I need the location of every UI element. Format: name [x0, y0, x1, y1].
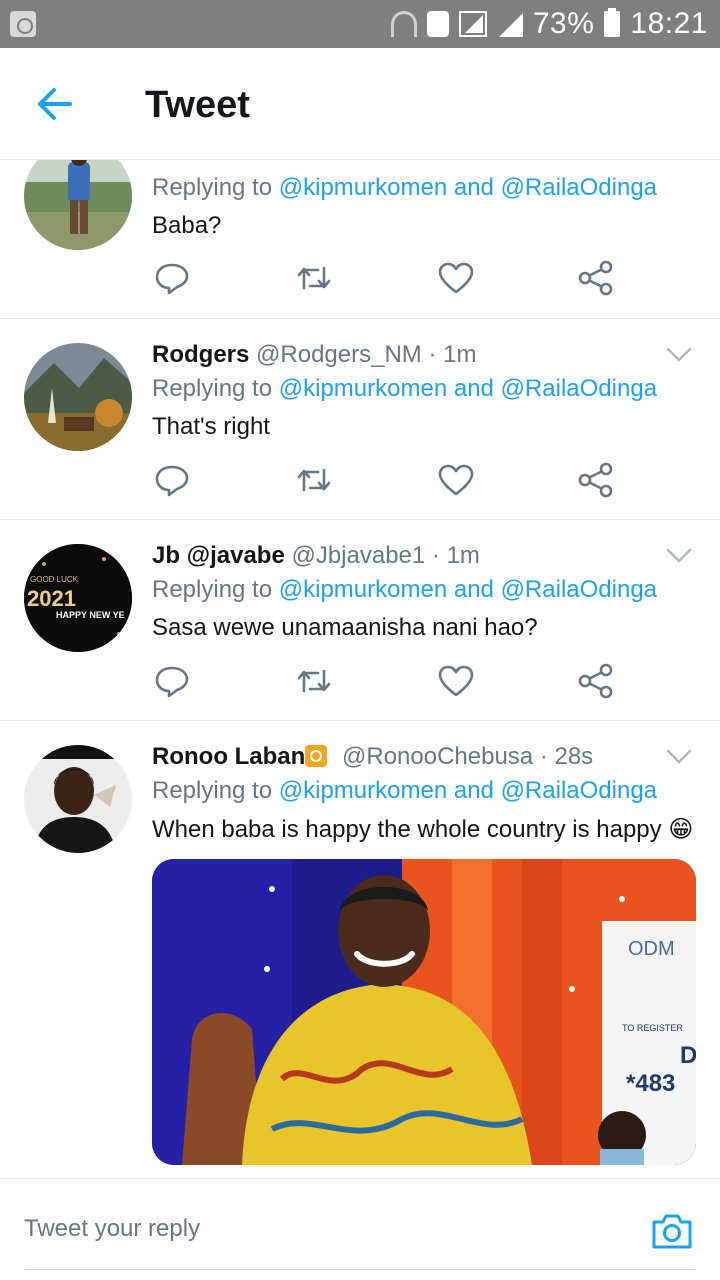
reply-underline: [24, 1269, 696, 1270]
clock: 18:21: [630, 7, 708, 40]
replying-to: Replying to @kipmurkomen and @RailaOding…: [152, 576, 658, 603]
chevron-down-icon[interactable]: [666, 347, 692, 363]
replying-to: Replying to @kipmurkomen and @RailaOding…: [152, 375, 658, 402]
tweet-time: · 1m: [428, 341, 477, 368]
mention-joiner: and: [453, 375, 494, 402]
tweet-header: Rodgers @Rodgers_NM · 1m: [152, 341, 476, 369]
media-sign-text: ODM: [628, 938, 675, 960]
like-icon: [438, 464, 474, 496]
share-button[interactable]: [576, 460, 616, 500]
tweet-item[interactable]: Rodgers @Rodgers_NM · 1m Replying to @ki…: [0, 319, 720, 520]
replying-to: Replying to @kipmurkomen and @RailaOding…: [152, 777, 658, 804]
retweet-button[interactable]: [294, 258, 334, 298]
tweet-header: Ronoo Laban @RonooChebusa · 28s: [152, 743, 593, 771]
avatar-year: 2021: [27, 586, 76, 611]
tweet-text: Baba?: [152, 212, 222, 239]
mention-link[interactable]: @kipmurkomen: [279, 576, 447, 603]
avatar[interactable]: GOOD LUCK 2021 HAPPY NEW YE: [24, 544, 132, 652]
like-button[interactable]: [436, 460, 476, 500]
avatar[interactable]: [24, 160, 132, 250]
reply-button[interactable]: [152, 661, 192, 701]
user-handle[interactable]: @Jbjavabe1: [291, 542, 425, 569]
replying-to: Replying to @kipmurkomen and @RailaOding…: [152, 174, 658, 201]
display-name[interactable]: Jb @javabe: [152, 542, 285, 569]
signal-icon: [458, 11, 487, 37]
display-name[interactable]: Ronoo Laban: [152, 743, 305, 770]
camera-icon: [652, 1214, 692, 1249]
tweet-header: Jb @javabe @Jbjavabe1 · 1m: [152, 542, 480, 570]
page-title: Tweet: [145, 84, 250, 126]
media-sign-text: *483: [626, 1070, 675, 1097]
media-sign-text: D: [680, 1042, 696, 1069]
battery-icon: [604, 8, 621, 37]
chevron-down-icon[interactable]: [666, 749, 692, 765]
battery-percent: 73%: [532, 7, 595, 40]
reply-button[interactable]: [152, 460, 192, 500]
camera-button[interactable]: [650, 1211, 694, 1251]
user-handle[interactable]: @RonooChebusa: [342, 743, 533, 770]
tweet-media-image[interactable]: ODM TO REGISTER D *483: [152, 859, 696, 1165]
tweet-time: · 1m: [431, 542, 480, 569]
tweet-time: · 28s: [539, 743, 594, 770]
tweet-actions: [152, 258, 632, 298]
mention-link[interactable]: @RailaOdinga: [501, 375, 657, 402]
mention-joiner: and: [453, 174, 494, 201]
user-handle[interactable]: @Rodgers_NM: [256, 341, 422, 368]
status-bar: 73% 18:21: [0, 0, 720, 48]
tweet-text: When baba is happy the whole country is …: [152, 816, 694, 843]
reply-icon: [155, 263, 189, 295]
reply-icon: [155, 666, 189, 698]
like-button[interactable]: [436, 661, 476, 701]
tweet-text: That's right: [152, 413, 270, 440]
like-button[interactable]: [436, 258, 476, 298]
mention-link[interactable]: @kipmurkomen: [279, 777, 447, 804]
badge-icon: [305, 745, 328, 767]
back-arrow-icon: [38, 88, 72, 120]
mention-joiner: and: [453, 576, 494, 603]
call-icon: [426, 11, 449, 37]
media-sign-text: TO REGISTER: [622, 1023, 683, 1033]
like-icon: [438, 665, 474, 697]
avatar[interactable]: [24, 745, 132, 853]
share-icon: [578, 260, 613, 296]
app-header: Tweet: [0, 48, 720, 160]
tweet-actions: [152, 460, 632, 500]
mention-joiner: and: [453, 777, 494, 804]
chevron-down-icon[interactable]: [666, 548, 692, 564]
share-button[interactable]: [576, 661, 616, 701]
share-button[interactable]: [576, 258, 616, 298]
mention-link[interactable]: @RailaOdinga: [501, 777, 657, 804]
notification-icon: [10, 11, 36, 37]
mention-link[interactable]: @RailaOdinga: [501, 576, 657, 603]
wifi-icon: [390, 11, 417, 37]
retweet-icon: [297, 266, 331, 290]
reply-icon: [155, 465, 189, 497]
reply-input[interactable]: [24, 1215, 584, 1243]
mention-link[interactable]: @kipmurkomen: [279, 174, 447, 201]
share-icon: [578, 663, 613, 699]
retweet-button[interactable]: [294, 460, 334, 500]
like-icon: [438, 262, 474, 294]
tweet-text: Sasa wewe unamaanisha nani hao?: [152, 614, 538, 641]
retweet-icon: [297, 669, 331, 693]
display-name[interactable]: Rodgers: [152, 341, 249, 368]
share-icon: [578, 462, 613, 498]
tweet-actions: [152, 661, 632, 701]
reply-composer: [0, 1178, 720, 1280]
reply-button[interactable]: [152, 258, 192, 298]
mention-link[interactable]: @kipmurkomen: [279, 375, 447, 402]
avatar[interactable]: [24, 343, 132, 451]
status-icons: 73% 18:21: [390, 6, 708, 42]
avatar-text: HAPPY NEW YE: [56, 610, 125, 620]
signal-strength-icon: [497, 11, 523, 37]
tweet-item[interactable]: Replying to @kipmurkomen and @RailaOding…: [0, 160, 720, 319]
mention-link[interactable]: @RailaOdinga: [501, 174, 657, 201]
avatar-text: GOOD LUCK: [30, 575, 79, 584]
reply-feed[interactable]: Replying to @kipmurkomen and @RailaOding…: [0, 160, 720, 1178]
retweet-button[interactable]: [294, 661, 334, 701]
tweet-item[interactable]: GOOD LUCK 2021 HAPPY NEW YE Jb @javabe @…: [0, 520, 720, 721]
back-button[interactable]: [32, 84, 76, 124]
retweet-icon: [297, 468, 331, 492]
